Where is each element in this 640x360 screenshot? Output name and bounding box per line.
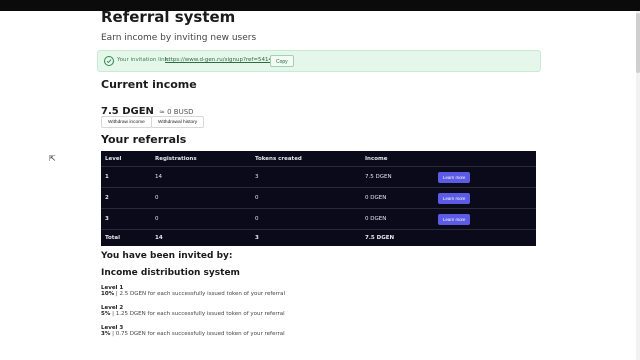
level-cell: 2 <box>101 187 151 209</box>
registrations-cell: 0 <box>151 208 251 230</box>
invited-by-heading: You have been invited by: <box>101 251 233 261</box>
column-header-empty <box>434 151 536 167</box>
income-cell: 7.5 DGEN <box>361 166 434 188</box>
invitation-banner: Your invitation link: https://www.d-gen.… <box>97 50 541 72</box>
level-description: 10% | 2.5 DGEN for each successfully iss… <box>101 291 285 297</box>
income-cell: 0 DGEN <box>361 208 434 230</box>
tokens-cell: 0 <box>251 187 361 209</box>
column-header: Tokens created <box>251 151 361 167</box>
table-row: 1 14 3 7.5 DGEN Learn more <box>101 166 536 188</box>
level-text: | 2.5 DGEN for each successfully issued … <box>115 291 286 297</box>
column-header: Income <box>361 151 434 167</box>
column-header: Registrations <box>151 151 251 167</box>
table-row: 3 0 0 0 DGEN Learn more <box>101 208 536 230</box>
page-subtitle: Earn income by inviting new users <box>101 33 257 43</box>
distribution-level: Level 1 10% | 2.5 DGEN for each successf… <box>101 285 285 297</box>
income-busd-value: ≈ 0 BUSD <box>159 108 194 116</box>
tokens-cell: 0 <box>251 208 361 230</box>
copy-link-button[interactable]: Copy <box>270 55 294 67</box>
your-referrals-heading: Your referrals <box>101 133 187 146</box>
registrations-cell: 0 <box>151 187 251 209</box>
income-distribution-heading: Income distribution system <box>101 268 240 278</box>
total-label-cell: Total <box>105 235 121 241</box>
action-cell: Learn more <box>434 187 536 209</box>
distribution-level: Level 3 3% | 0.75 DGEN for each successf… <box>101 325 285 337</box>
total-empty-cell <box>434 230 536 247</box>
action-cell: Learn more <box>434 208 536 230</box>
invitation-label: Your invitation link: <box>117 57 170 63</box>
level-cell: 1 <box>101 166 151 188</box>
level-percent: 10% <box>101 291 115 297</box>
check-circle-icon <box>104 56 114 66</box>
distribution-level: Level 2 5% | 1.25 DGEN for each successf… <box>101 305 285 317</box>
column-header: Level <box>101 151 151 167</box>
tokens-cell: 3 <box>251 166 361 188</box>
page-title: Referral system <box>101 8 236 26</box>
table-row: 2 0 0 0 DGEN Learn more <box>101 187 536 209</box>
level-text: | 0.75 DGEN for each successfully issued… <box>112 331 285 337</box>
learn-more-button[interactable]: Learn more <box>438 213 471 225</box>
referrals-table: Level Registrations Tokens created Incom… <box>101 151 536 246</box>
income-cell: 0 DGEN <box>361 187 434 209</box>
table-total-row: Total 14 3 7.5 DGEN <box>101 230 536 247</box>
current-income-heading: Current income <box>101 78 197 91</box>
action-cell: Learn more <box>434 166 536 188</box>
total-tokens-cell: 3 <box>255 235 259 241</box>
level-description: 5% | 1.25 DGEN for each successfully iss… <box>101 311 285 317</box>
withdrawal-history-button[interactable]: Withdrawal history <box>151 116 205 128</box>
registrations-cell: 14 <box>151 166 251 188</box>
level-cell: 3 <box>101 208 151 230</box>
total-registrations-cell: 14 <box>155 235 163 241</box>
level-percent: 5% <box>101 311 111 317</box>
total-income-cell: 7.5 DGEN <box>365 235 395 241</box>
invitation-link[interactable]: https://www.d-gen.ru/signup?ref=541455 <box>165 57 279 63</box>
learn-more-button[interactable]: Learn more <box>438 192 471 204</box>
learn-more-button[interactable]: Learn more <box>438 171 471 183</box>
level-text: | 1.25 DGEN for each successfully issued… <box>112 311 285 317</box>
browser-top-bar <box>0 0 640 11</box>
mouse-cursor-icon: ⇱ <box>49 154 56 163</box>
table-header-row: Level Registrations Tokens created Incom… <box>101 151 536 167</box>
level-percent: 3% <box>101 331 111 337</box>
level-description: 3% | 0.75 DGEN for each successfully iss… <box>101 331 285 337</box>
scrollbar-thumb[interactable] <box>636 13 640 73</box>
withdraw-income-button[interactable]: Withdraw income <box>101 116 152 128</box>
